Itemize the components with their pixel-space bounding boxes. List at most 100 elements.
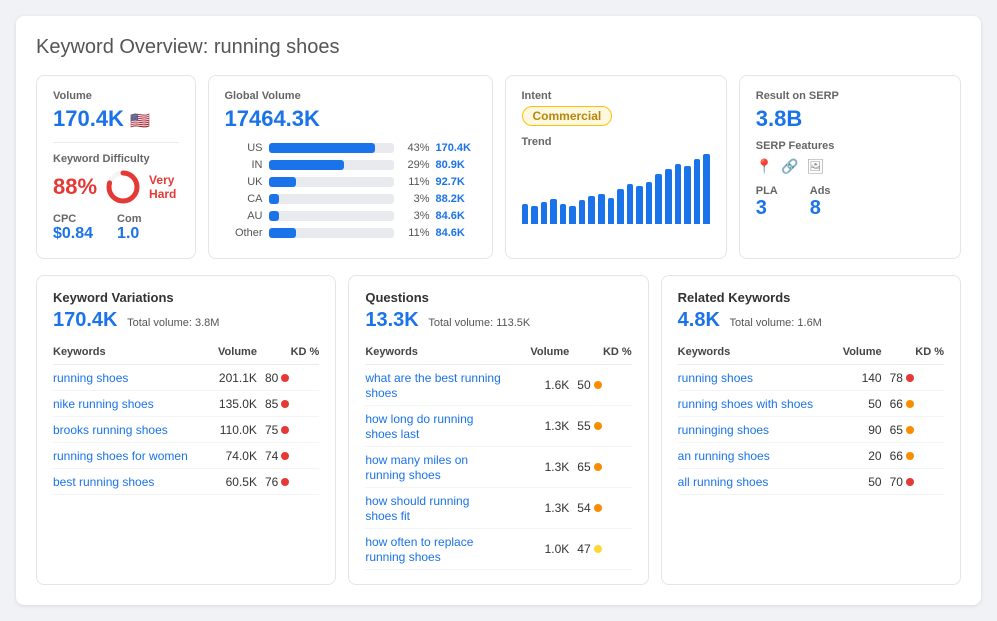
bar-row: US 43% 170.4K <box>225 142 476 154</box>
keyword-link[interactable]: how long do running shoes last <box>365 412 473 441</box>
keyword-link[interactable]: running shoes with shoes <box>678 397 813 411</box>
ads-item: Ads 8 <box>810 185 831 220</box>
cpc-com-row: CPC $0.84 Com 1.0 <box>53 213 179 243</box>
trend-bar <box>588 196 595 224</box>
serp-features-label: SERP Features <box>756 140 944 152</box>
volume-card: Volume 170.4K 🇺🇸 Keyword Difficulty 88% … <box>36 75 196 259</box>
keyword-link[interactable]: how should running shoes fit <box>365 494 469 523</box>
table-row: running shoes for women 74.0K 74 <box>53 443 319 469</box>
keyword-link[interactable]: brooks running shoes <box>53 423 168 437</box>
kv-count: 170.4K <box>53 309 118 331</box>
pla-item: PLA 3 <box>756 185 778 220</box>
keyword-link[interactable]: running shoes <box>53 371 128 385</box>
table-row: brooks running shoes 110.0K 75 <box>53 417 319 443</box>
kd-label: Keyword Difficulty <box>53 153 179 165</box>
keyword-link[interactable]: running shoes <box>678 371 753 385</box>
intent-badge: Commercial <box>522 106 613 126</box>
trend-bar <box>675 164 682 224</box>
title-prefix: Keyword Overview: <box>36 36 208 58</box>
table-row: best running shoes 60.5K 76 <box>53 469 319 495</box>
trend-bar <box>627 184 634 224</box>
serp-card: Result on SERP 3.8B SERP Features 📍 🔗 🖼 … <box>739 75 961 259</box>
serp-icon-image: 🖼 <box>807 158 825 175</box>
table-row: an running shoes 20 66 <box>678 443 944 469</box>
kd-value: 88% <box>53 174 97 200</box>
serp-icon-pin: 📍 <box>756 158 773 175</box>
bar-row: IN 29% 80.9K <box>225 159 476 171</box>
serp-icon-link: 🔗 <box>781 158 798 175</box>
page-title: Keyword Overview: running shoes <box>36 36 961 59</box>
table-row: how should running shoes fit 1.3K 54 <box>365 488 631 529</box>
q-table-header: Keywords Volume KD % <box>365 340 631 365</box>
keyword-link[interactable]: what are the best running shoes <box>365 371 500 400</box>
serp-result-value: 3.8B <box>756 106 944 132</box>
trend-bar <box>636 186 643 224</box>
kd-meter <box>105 169 141 205</box>
table-row: how often to replace running shoes 1.0K … <box>365 529 631 570</box>
trend-bar <box>655 174 662 224</box>
global-volume-card: Global Volume 17464.3K US 43% 170.4K IN … <box>208 75 493 259</box>
kd-row: 88% Very Hard <box>53 169 179 205</box>
table-row: what are the best running shoes 1.6K 50 <box>365 365 631 406</box>
cpc-item: CPC $0.84 <box>53 213 93 243</box>
questions-card: Questions 13.3K Total volume: 113.5K Key… <box>348 275 648 585</box>
keyword-link[interactable]: runninging shoes <box>678 423 769 437</box>
bar-row: UK 11% 92.7K <box>225 176 476 188</box>
trend-bar <box>617 189 624 224</box>
bar-row: Other 11% 84.6K <box>225 227 476 239</box>
trend-label: Trend <box>522 136 710 148</box>
bar-row: AU 3% 84.6K <box>225 210 476 222</box>
kd-hard-text: Very Hard <box>149 173 178 201</box>
q-table-body: what are the best running shoes 1.6K 50 … <box>365 365 631 570</box>
table-row: nike running shoes 135.0K 85 <box>53 391 319 417</box>
intent-label: Intent <box>522 90 710 102</box>
related-keywords-card: Related Keywords 4.8K Total volume: 1.6M… <box>661 275 961 585</box>
table-row: how many miles on running shoes 1.3K 65 <box>365 447 631 488</box>
kv-section-title: Keyword Variations <box>53 290 319 305</box>
q-section-title: Questions <box>365 290 631 305</box>
table-row: all running shoes 50 70 <box>678 469 944 495</box>
bar-row: CA 3% 88.2K <box>225 193 476 205</box>
table-row: running shoes 201.1K 80 <box>53 365 319 391</box>
keyword-link[interactable]: all running shoes <box>678 475 769 489</box>
intent-card: Intent Commercial Trend <box>505 75 727 259</box>
rk-sub: Total volume: 1.6M <box>730 317 822 329</box>
pla-ads-row: PLA 3 Ads 8 <box>756 185 944 220</box>
serp-result-label: Result on SERP <box>756 90 944 102</box>
kv-table-body: running shoes 201.1K 80 nike running sho… <box>53 365 319 495</box>
q-count: 13.3K <box>365 309 418 331</box>
trend-bar <box>694 159 701 224</box>
kv-sub: Total volume: 3.8M <box>127 317 219 329</box>
rk-table-body: running shoes 140 78 running shoes with … <box>678 365 944 495</box>
table-row: running shoes with shoes 50 66 <box>678 391 944 417</box>
keyword-link[interactable]: how many miles on running shoes <box>365 453 468 482</box>
keyword-variations-card: Keyword Variations 170.4K Total volume: … <box>36 275 336 585</box>
rk-table-header: Keywords Volume KD % <box>678 340 944 365</box>
global-value: 17464.3K <box>225 106 476 132</box>
keyword-link[interactable]: how often to replace running shoes <box>365 535 473 564</box>
trend-bar <box>541 202 548 224</box>
trend-bar <box>531 206 538 224</box>
table-row: running shoes 140 78 <box>678 365 944 391</box>
trend-bar <box>646 182 653 224</box>
trend-chart <box>522 154 710 224</box>
trend-bar <box>684 166 691 224</box>
keyword-link[interactable]: nike running shoes <box>53 397 154 411</box>
trend-bar <box>522 204 529 224</box>
rk-section-title: Related Keywords <box>678 290 944 305</box>
com-item: Com 1.0 <box>117 213 141 243</box>
trend-bar <box>550 199 557 224</box>
keyword-link[interactable]: running shoes for women <box>53 449 188 463</box>
keyword-link[interactable]: best running shoes <box>53 475 154 489</box>
trend-bar <box>569 206 576 224</box>
keyword-link[interactable]: an running shoes <box>678 449 770 463</box>
volume-value: 170.4K 🇺🇸 <box>53 106 179 132</box>
rk-count: 4.8K <box>678 309 720 331</box>
trend-bar <box>703 154 710 224</box>
trend-bar <box>665 169 672 224</box>
trend-bar <box>579 200 586 224</box>
trend-bar <box>608 198 615 224</box>
trend-bar <box>560 204 567 224</box>
kv-table-header: Keywords Volume KD % <box>53 340 319 365</box>
q-sub: Total volume: 113.5K <box>428 317 530 329</box>
